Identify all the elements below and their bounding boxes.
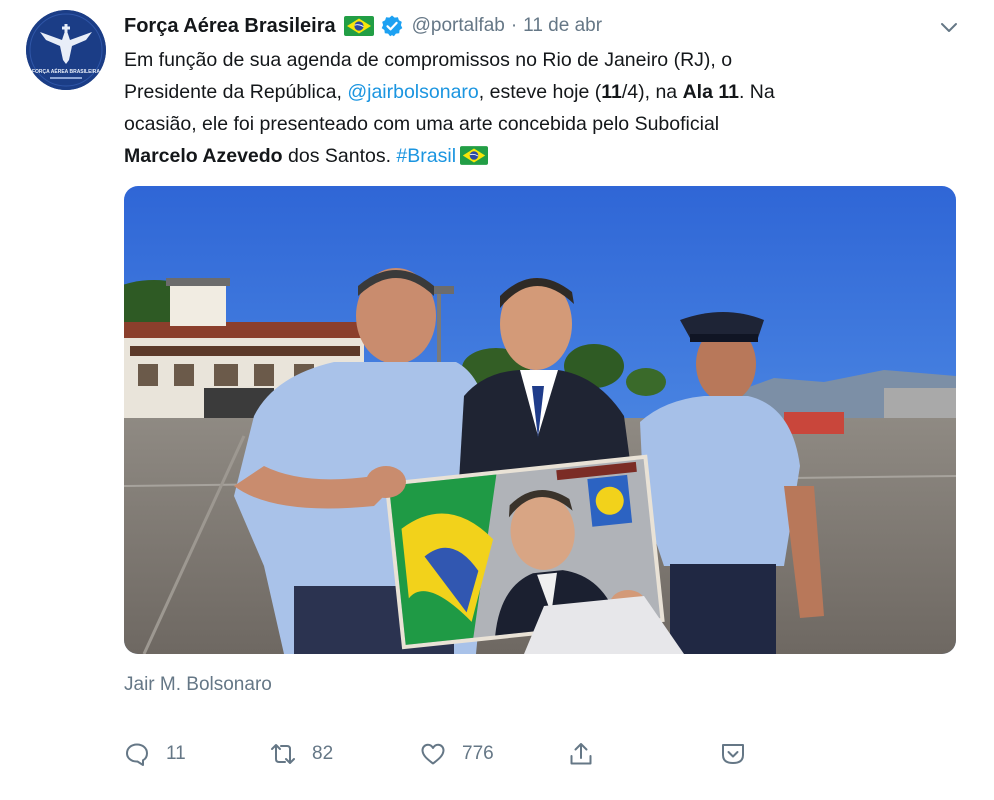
- hashtag-link[interactable]: #Brasil: [396, 145, 456, 167]
- display-name[interactable]: Força Aérea Brasileira: [124, 15, 336, 38]
- share-icon: [570, 743, 592, 765]
- like-count: 776: [462, 743, 494, 764]
- tweet-line: ocasião, ele foi presenteado com uma art…: [124, 113, 720, 135]
- tweet-header: Força Aérea Brasileira @portalfab · 11 d…: [124, 12, 602, 40]
- share-button[interactable]: [568, 736, 594, 772]
- tweet-line: dos Santos.: [282, 145, 397, 167]
- verified-badge-icon: [380, 14, 404, 38]
- like-button[interactable]: 776: [420, 736, 494, 772]
- fab-logo-icon: FORÇA AÉREA BRASILEIRA: [26, 10, 106, 90]
- avatar[interactable]: FORÇA AÉREA BRASILEIRA: [26, 10, 106, 90]
- tweet-line: /4), na: [621, 81, 683, 103]
- reply-icon: [126, 743, 148, 766]
- tweet-line: Em função de sua agenda de compromissos …: [124, 49, 733, 71]
- brazil-flag-icon: [460, 143, 489, 165]
- separator: ·: [510, 15, 518, 36]
- analytics-button[interactable]: [720, 736, 746, 772]
- tweet-line: , esteve hoje (: [478, 81, 602, 103]
- bold-text: 11: [601, 81, 622, 103]
- tweet-line: Presidente da República,: [124, 81, 348, 103]
- brazil-flag-icon: [343, 16, 374, 36]
- tweet-line: . Na: [738, 81, 775, 103]
- chevron-down-icon[interactable]: [938, 16, 960, 38]
- heart-icon: [421, 743, 445, 765]
- action-bar: 11 82 776: [124, 736, 764, 772]
- handle[interactable]: @portalfab: [412, 15, 505, 37]
- tagged-user[interactable]: Jair M. Bolsonaro: [124, 674, 272, 696]
- reply-count: 11: [166, 743, 186, 764]
- retweet-icon: [271, 744, 295, 764]
- tweet-photo[interactable]: [124, 186, 956, 654]
- bold-text: Ala 11: [682, 81, 739, 103]
- tweet-date[interactable]: 11 de abr: [523, 15, 602, 37]
- reply-button[interactable]: 11: [124, 736, 186, 772]
- retweet-button[interactable]: 82: [270, 736, 333, 772]
- retweet-count: 82: [312, 743, 334, 764]
- tweet-text: Em função de sua agenda de compromissos …: [124, 44, 944, 172]
- svg-text:FORÇA AÉREA BRASILEIRA: FORÇA AÉREA BRASILEIRA: [32, 67, 100, 75]
- bold-text: Marcelo Azevedo: [124, 145, 283, 167]
- analytics-icon: [722, 744, 744, 764]
- tweet-card: FORÇA AÉREA BRASILEIRA Força Aérea Brasi…: [0, 0, 994, 800]
- mention-link[interactable]: @jairbolsonaro: [347, 81, 478, 103]
